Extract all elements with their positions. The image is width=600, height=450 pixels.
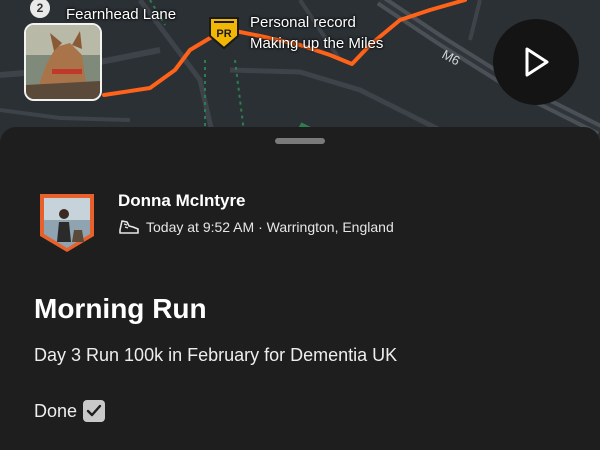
street-label: Fearnhead Lane	[66, 6, 177, 23]
route-map[interactable]: 2 Fearnhead Lane PR Personal record Maki…	[0, 0, 600, 145]
personal-record-icon[interactable]: PR	[208, 16, 240, 50]
activity-meta: Today at 9:52 AM · Warrington, England	[118, 218, 394, 236]
activity-description: Day 3 Run 100k in February for Dementia …	[34, 345, 398, 365]
activity-photo-thumbnail[interactable]	[24, 23, 102, 101]
athlete-name[interactable]: Donna McIntyre	[118, 191, 246, 211]
activity-title: Morning Run	[34, 293, 207, 324]
activity-date-location: Today at 9:52 AM · Warrington, England	[146, 219, 394, 235]
play-icon	[525, 47, 549, 77]
dog-photo-image	[26, 25, 100, 99]
drag-handle[interactable]	[275, 138, 325, 144]
done-status: Done	[34, 400, 106, 422]
pr-label-segment: Making up the Miles	[250, 35, 384, 52]
pr-label-title: Personal record	[250, 14, 356, 31]
done-label: Done	[34, 400, 78, 421]
running-shoe-icon	[119, 220, 139, 234]
activity-details-sheet[interactable]: Donna McIntyre Today at 9:52 AM · Warrin…	[0, 127, 600, 450]
play-flyover-button[interactable]	[493, 19, 579, 105]
checkbox-checked-icon	[83, 400, 106, 422]
athlete-avatar[interactable]	[38, 192, 96, 254]
svg-text:PR: PR	[216, 28, 231, 40]
